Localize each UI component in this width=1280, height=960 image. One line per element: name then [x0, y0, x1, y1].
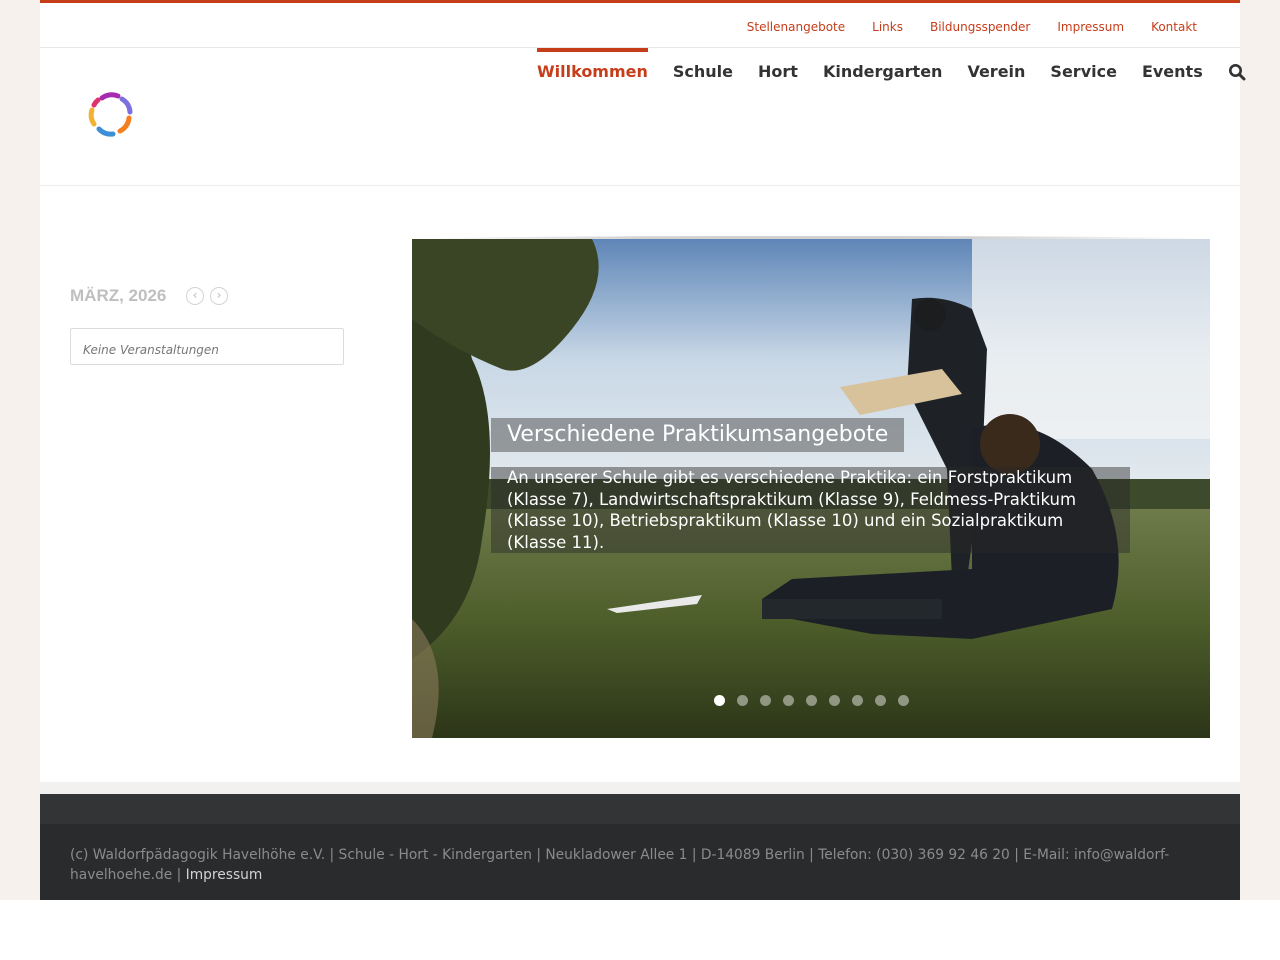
main-nav: Willkommen Schule Hort Kindergarten Vere… [537, 48, 1246, 96]
slide-caption-title: Verschiedene Praktikumsangebote [491, 418, 905, 452]
calendar-next-button[interactable]: › [210, 287, 228, 305]
secondary-nav-bildungsspender[interactable]: Bildungsspender [930, 20, 1030, 34]
events-list: Keine Veranstaltungen [70, 328, 344, 365]
secondary-nav: Stellenangebote Links Bildungsspender Im… [40, 3, 1240, 48]
slider-dot-7[interactable] [852, 695, 863, 706]
nav-item-events[interactable]: Events [1142, 48, 1203, 82]
no-events-text: Keine Veranstaltungen [83, 343, 219, 357]
chevron-right-icon: › [216, 288, 222, 302]
page-container: Stellenangebote Links Bildungsspender Im… [40, 0, 1246, 900]
nav-item-service[interactable]: Service [1050, 48, 1117, 82]
site-footer: (c) Waldorfpädagogik Havelhöhe e.V. | Sc… [40, 794, 1240, 900]
footer-divider [40, 782, 1240, 794]
nav-item-schule[interactable]: Schule [673, 48, 733, 82]
nav-item-kindergarten[interactable]: Kindergarten [823, 48, 943, 82]
slider-dot-1[interactable] [714, 695, 725, 706]
calendar-header: MÄRZ, 2026 ‹ › [70, 285, 350, 309]
slider-dot-2[interactable] [737, 695, 748, 706]
footer-impressum-link[interactable]: Impressum [186, 867, 263, 883]
calendar-month: MÄRZ, 2026 [70, 286, 167, 305]
slider-pagination [714, 695, 921, 706]
nav-item-hort[interactable]: Hort [758, 48, 798, 82]
slider-dot-6[interactable] [829, 695, 840, 706]
slider-dot-4[interactable] [783, 695, 794, 706]
nav-item-verein[interactable]: Verein [967, 48, 1025, 82]
slider-dot-3[interactable] [760, 695, 771, 706]
search-icon[interactable] [1228, 63, 1246, 81]
chevron-left-icon: ‹ [192, 288, 198, 302]
secondary-nav-stellenangebote[interactable]: Stellenangebote [747, 20, 845, 34]
slider-dot-9[interactable] [898, 695, 909, 706]
secondary-nav-impressum[interactable]: Impressum [1057, 20, 1124, 34]
secondary-nav-links[interactable]: Links [872, 20, 903, 34]
nav-item-willkommen[interactable]: Willkommen [537, 48, 648, 82]
image-slider[interactable]: Verschiedene Praktikumsangebote An unser… [412, 239, 1210, 738]
footer-widget-area [40, 794, 1240, 824]
site-header: Willkommen Schule Hort Kindergarten Vere… [40, 48, 1246, 186]
slide-caption-text: An unserer Schule gibt es verschiedene P… [491, 467, 1130, 554]
slider-dot-5[interactable] [806, 695, 817, 706]
secondary-nav-kontakt[interactable]: Kontakt [1151, 20, 1197, 34]
site-logo[interactable] [84, 88, 136, 140]
calendar-prev-button[interactable]: ‹ [186, 287, 204, 305]
footer-copyright: (c) Waldorfpädagogik Havelhöhe e.V. | Sc… [70, 847, 1170, 883]
slider-dot-8[interactable] [875, 695, 886, 706]
